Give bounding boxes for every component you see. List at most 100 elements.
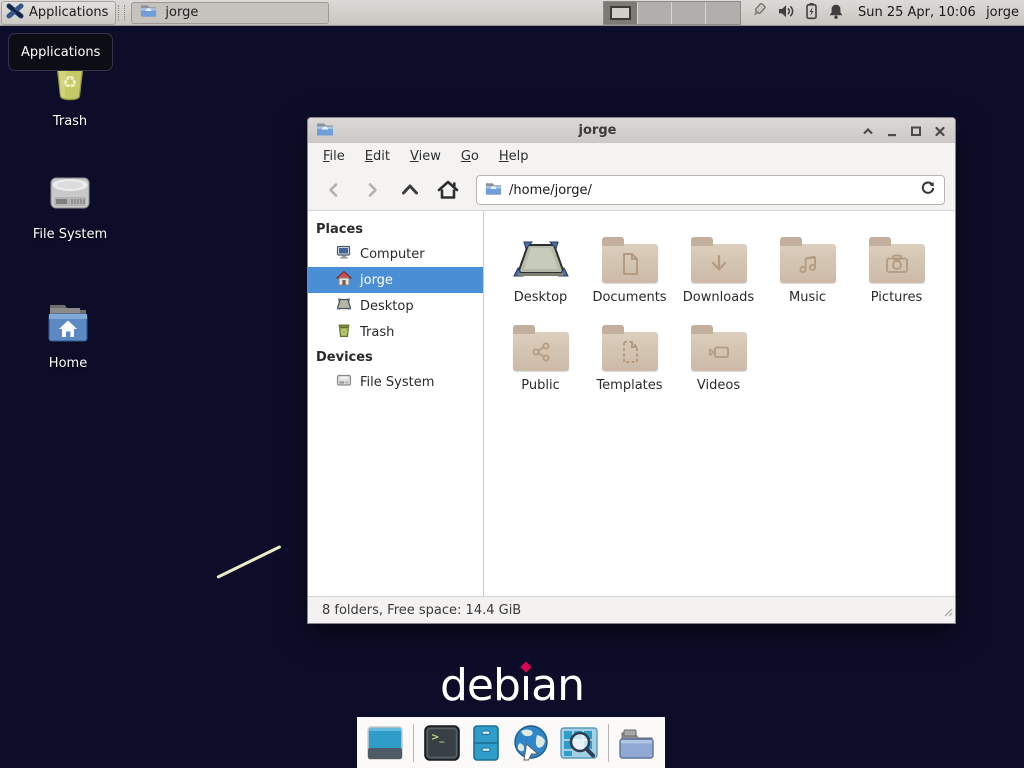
workspace-4[interactable] <box>706 2 740 24</box>
notifications-bell-icon[interactable] <box>828 3 844 24</box>
sidebar-header-devices: Devices <box>308 345 483 369</box>
app-finder-icon[interactable] <box>559 725 599 761</box>
sidebar-item-label: Trash <box>360 325 394 340</box>
file-cabinet-icon[interactable] <box>469 724 503 762</box>
resize-grip[interactable] <box>941 605 953 621</box>
folder-icon <box>602 332 658 371</box>
desktop-icon-label: Home <box>49 356 87 371</box>
volume-icon[interactable] <box>777 3 795 24</box>
desktop-icon-label: File System <box>33 227 107 242</box>
home-folder-icon <box>44 301 92 349</box>
desktop-icon-label: Trash <box>53 114 87 129</box>
stray-line-artifact <box>216 545 281 579</box>
home-icon <box>336 270 352 290</box>
sidebar-item-label: Desktop <box>360 299 414 314</box>
tooltip-text: Applications <box>21 45 100 60</box>
file-label: Downloads <box>683 290 754 305</box>
menu-file[interactable]: File <box>314 145 354 168</box>
workspace-3[interactable] <box>672 2 706 24</box>
web-browser-icon[interactable] <box>511 723 551 763</box>
sidebar-item-file-system[interactable]: File System <box>308 369 483 395</box>
desktop-icon-file-system[interactable]: File System <box>20 170 120 242</box>
utility-pen-icon[interactable] <box>748 2 768 24</box>
window-folder-icon <box>316 121 334 141</box>
folder-icon <box>691 332 747 371</box>
battery-icon[interactable] <box>804 2 819 24</box>
sidebar-item-computer[interactable]: Computer <box>308 241 483 267</box>
applications-menu-button[interactable]: Applications <box>1 1 116 25</box>
taskbar-window-label: jorge <box>165 5 198 20</box>
file-grid: Desktop Documents Downloads Music Pictur… <box>484 211 955 596</box>
path-bar[interactable] <box>476 175 945 205</box>
window-titlebar[interactable]: jorge <box>308 118 955 143</box>
svg-text:>_: >_ <box>431 732 444 743</box>
desktop-icon-home[interactable]: Home <box>18 301 118 371</box>
file-item-downloads[interactable]: Downloads <box>674 227 763 305</box>
taskbar-window-button[interactable]: jorge <box>131 2 329 24</box>
sidebar-item-desktop[interactable]: Desktop <box>308 293 483 319</box>
minimize-button[interactable] <box>885 124 899 138</box>
file-manager-folder-icon[interactable] <box>617 725 657 761</box>
maximize-button[interactable] <box>909 124 923 138</box>
download-glyph <box>707 252 731 276</box>
up-button[interactable] <box>394 175 426 205</box>
desktop-icon <box>336 296 352 316</box>
share-glyph <box>529 340 553 364</box>
sidebar-item-label: jorge <box>360 273 393 288</box>
folder-icon <box>140 3 157 22</box>
file-label: Pictures <box>871 290 922 305</box>
shade-button[interactable] <box>861 124 875 138</box>
file-item-templates[interactable]: Templates <box>585 315 674 393</box>
toolbar <box>308 170 955 211</box>
menu-help[interactable]: Help <box>490 145 538 168</box>
applications-label: Applications <box>29 5 108 20</box>
file-label: Desktop <box>514 290 568 305</box>
workspace-1[interactable] <box>604 2 638 24</box>
sidebar-item-trash[interactable]: Trash <box>308 319 483 345</box>
folder-icon <box>602 244 658 283</box>
applications-tooltip: Applications <box>8 33 113 71</box>
forward-button[interactable] <box>356 175 388 205</box>
folder-icon <box>513 332 569 371</box>
file-label: Music <box>789 290 826 305</box>
folder-icon <box>691 244 747 283</box>
file-item-public[interactable]: Public <box>496 315 585 393</box>
document-glyph <box>618 251 642 277</box>
status-bar: 8 folders, Free space: 14.4 GiB <box>308 596 955 623</box>
sidebar-item-jorge[interactable]: jorge <box>308 267 483 293</box>
window-title: jorge <box>334 123 861 138</box>
workspace-2[interactable] <box>638 2 672 24</box>
system-tray <box>748 0 844 26</box>
reload-icon[interactable] <box>920 180 936 200</box>
file-item-desktop[interactable]: Desktop <box>496 227 585 305</box>
file-item-music[interactable]: Music <box>763 227 852 305</box>
menu-go[interactable]: Go <box>452 145 488 168</box>
folder-icon <box>780 244 836 283</box>
trash-small-icon <box>336 322 352 342</box>
file-manager-window: jorge File Edit View Go Help <box>307 117 956 624</box>
sidebar-item-label: Computer <box>360 247 425 262</box>
home-button[interactable] <box>432 175 464 205</box>
svg-text:♻: ♻ <box>62 73 77 93</box>
show-desktop-icon[interactable] <box>365 724 405 762</box>
file-item-documents[interactable]: Documents <box>585 227 674 305</box>
path-input[interactable] <box>509 183 913 198</box>
status-text: 8 folders, Free space: 14.4 GiB <box>322 603 521 618</box>
panel-user-label: jorge <box>986 0 1019 26</box>
file-item-videos[interactable]: Videos <box>674 315 763 393</box>
camera-glyph <box>884 252 910 276</box>
dock: >_ <box>357 717 665 768</box>
menu-view[interactable]: View <box>401 145 450 168</box>
terminal-icon[interactable]: >_ <box>423 724 461 762</box>
workspace-pager <box>603 1 741 25</box>
file-item-pictures[interactable]: Pictures <box>852 227 941 305</box>
dock-separator <box>413 724 414 762</box>
computer-icon <box>336 244 352 264</box>
back-button[interactable] <box>318 175 350 205</box>
xfce-logo-icon <box>6 2 24 24</box>
desktop-special-icon <box>512 227 570 283</box>
menu-edit[interactable]: Edit <box>356 145 399 168</box>
music-glyph <box>796 252 820 276</box>
clock[interactable]: Sun 25 Apr, 10:06 <box>858 0 976 26</box>
close-button[interactable] <box>933 124 947 138</box>
